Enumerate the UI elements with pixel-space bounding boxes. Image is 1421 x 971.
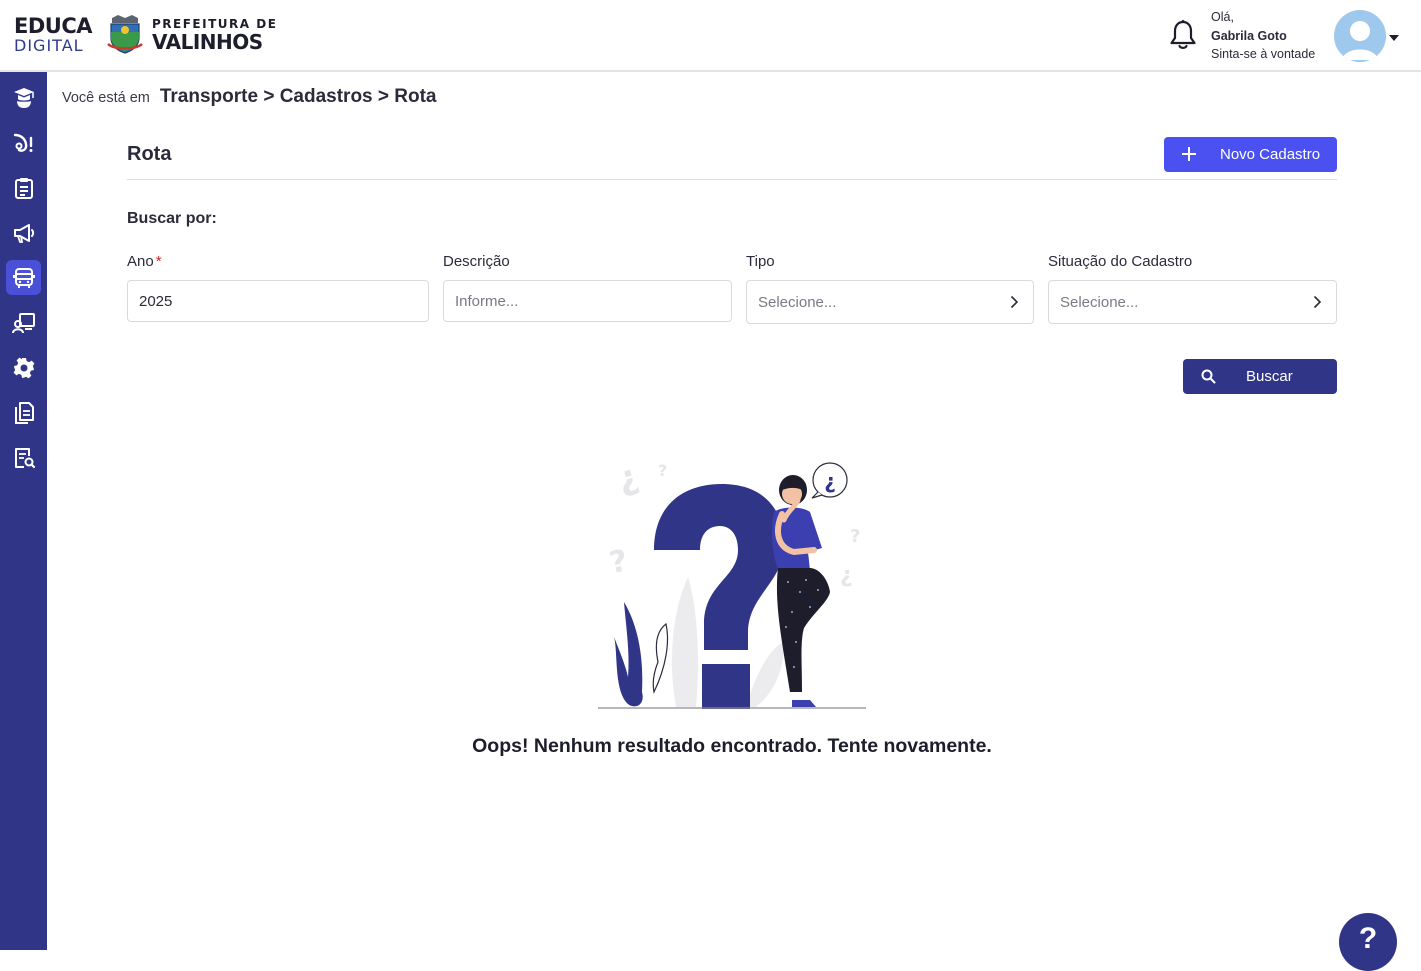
sidebar-item-academic[interactable] [6,80,41,115]
search-button[interactable]: Buscar [1183,359,1337,394]
crest-icon [107,15,143,54]
tipo-placeholder: Selecione... [758,293,837,311]
situacao-placeholder: Selecione... [1060,293,1139,311]
tipo-label: Tipo [746,253,775,270]
svg-text:¿: ¿ [613,456,642,500]
bus-icon [12,267,35,288]
breadcrumb: Você está em Transporte > Cadastros > Ro… [62,86,437,108]
sidebar [0,72,47,950]
music-icon [13,133,32,152]
prefeitura-logo: PREFEITURA DE VALINHOS [152,18,277,52]
help-button-label: ? [1358,922,1378,955]
graduation-icon [13,87,34,108]
user-greeting: Olá, Gabrila Goto Sinta-se à vontade [1211,8,1315,64]
user-name: Gabrila Goto [1211,28,1287,43]
document-search-icon [14,447,35,468]
teacher-board-icon [11,312,35,333]
top-header: EDUCA DIGITAL PREFEITURA DE VALINHOS Olá… [0,0,1421,72]
situacao-select[interactable]: Selecione... [1048,280,1337,324]
sidebar-item-registers[interactable] [6,170,41,205]
prefeitura-top-text: PREFEITURA DE [152,17,278,31]
situacao-label: Situação do Cadastro [1048,253,1193,270]
search-icon [1201,369,1216,384]
title-divider [127,179,1337,180]
ano-input[interactable]: 2025 [127,280,429,322]
page-title: Rota [127,143,172,165]
new-register-label: Novo Cadastro [1220,146,1321,163]
sidebar-item-documents[interactable] [6,395,41,430]
welcome-text: Sinta-se à vontade [1211,47,1316,61]
new-register-button[interactable]: Novo Cadastro [1164,137,1337,172]
tipo-select[interactable]: Selecione... [746,280,1034,324]
sidebar-item-transport[interactable] [6,260,41,295]
sidebar-item-settings[interactable] [6,350,41,385]
sidebar-item-events[interactable] [6,125,41,160]
sidebar-item-classroom[interactable] [6,305,41,340]
breadcrumb-prefix: Você está em [62,90,150,106]
megaphone-icon [13,223,34,243]
avatar-icon[interactable] [1334,10,1386,62]
ano-label: Ano * [127,253,162,270]
bell-icon[interactable] [1168,19,1198,51]
chevron-down-icon[interactable] [1389,35,1399,41]
search-by-heading: Buscar por: [127,210,217,227]
bubble-text: ¿ [824,469,836,493]
svg-text:?: ? [607,543,630,580]
descricao-input[interactable]: Informe... [443,280,732,322]
empty-state-illustration: ¿ ? ? ? ¿ ¿ [598,456,866,709]
empty-state-message: Oops! Nenhum resultado encontrado. Tente… [472,735,992,757]
plus-icon [1182,147,1196,161]
svg-text:?: ? [658,461,667,480]
descricao-placeholder: Informe... [455,292,519,310]
chevron-right-icon [1313,295,1322,309]
breadcrumb-path[interactable]: Transporte > Cadastros > Rota [160,86,437,108]
ano-input-value: 2025 [139,292,173,310]
help-button[interactable]: ? [1339,913,1397,971]
logo-digital-text: DIGITAL [14,36,84,55]
greeting-text: Olá, [1211,10,1234,24]
clipboard-icon [14,177,33,199]
prefeitura-bottom-text: VALINHOS [152,30,263,54]
svg-text:¿: ¿ [840,563,853,588]
descricao-label: Descrição [443,253,510,270]
gear-icon [13,357,34,378]
required-mark: * [155,253,162,270]
chevron-right-icon [1010,295,1019,309]
documents-icon [14,401,34,424]
sidebar-item-reports[interactable] [6,440,41,475]
ano-label-text: Ano [127,253,154,270]
educa-digital-logo[interactable]: EDUCA DIGITAL [14,14,93,55]
svg-text:?: ? [850,526,860,547]
logo-educa-text: EDUCA [14,14,93,38]
search-button-label: Buscar [1246,368,1293,385]
sidebar-item-communication[interactable] [6,215,41,250]
